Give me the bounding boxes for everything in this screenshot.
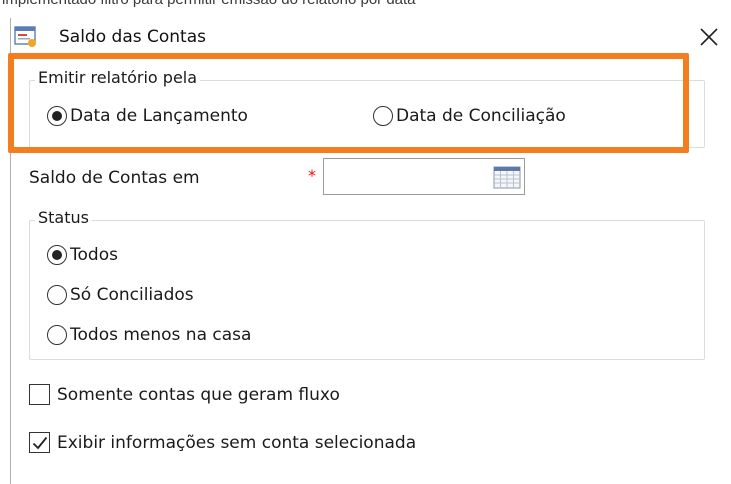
checkbox-somente-contas-fluxo[interactable]: Somente contas que geram fluxo: [29, 384, 340, 405]
status-legend: Status: [35, 208, 92, 227]
radio-selected-dot: [52, 111, 62, 121]
window-title: Saldo das Contas: [59, 27, 206, 47]
radio-label: Data de Conciliação: [396, 106, 566, 126]
required-marker: *: [308, 166, 316, 185]
radio-circle: [373, 106, 393, 126]
saldo-das-contas-dialog: Saldo das Contas Emitir relatório pela D…: [10, 18, 731, 484]
checkbox-box: [29, 432, 50, 453]
close-icon: [700, 28, 718, 46]
calendar-icon[interactable]: [493, 165, 521, 189]
close-button[interactable]: [686, 18, 731, 56]
radio-status-todos[interactable]: Todos: [47, 245, 118, 265]
radio-label: Todos menos na casa: [70, 325, 252, 345]
emitir-relatorio-legend: Emitir relatório pela: [35, 68, 201, 87]
radio-label: Data de Lançamento: [70, 106, 248, 126]
checkbox-label: Exibir informações sem conta selecionada: [57, 432, 417, 453]
checkbox-box: [29, 384, 50, 405]
radio-circle: [47, 325, 67, 345]
radio-selected-dot: [52, 250, 62, 260]
radio-status-so-conciliados[interactable]: Só Conciliados: [47, 285, 194, 305]
checkbox-exibir-sem-conta[interactable]: Exibir informações sem conta selecionada: [29, 432, 416, 453]
checkmark-icon: [32, 436, 47, 449]
radio-data-lancamento[interactable]: Data de Lançamento: [47, 106, 248, 126]
radio-label: Todos: [70, 245, 118, 265]
saldo-contas-label: Saldo de Contas em: [29, 168, 200, 188]
radio-data-conciliacao[interactable]: Data de Conciliação: [373, 106, 566, 126]
radio-circle: [47, 106, 67, 126]
radio-label: Só Conciliados: [70, 285, 194, 305]
radio-status-todos-menos-na-casa[interactable]: Todos menos na casa: [47, 325, 251, 345]
checkbox-label: Somente contas que geram fluxo: [57, 384, 340, 405]
radio-circle: [47, 245, 67, 265]
saldo-date-field[interactable]: [323, 158, 525, 195]
title-bar: Saldo das Contas: [11, 18, 731, 58]
radio-circle: [47, 285, 67, 305]
background-document-text: implementado filtro para permitir emissã…: [2, 0, 731, 9]
report-window-icon: [14, 26, 36, 47]
